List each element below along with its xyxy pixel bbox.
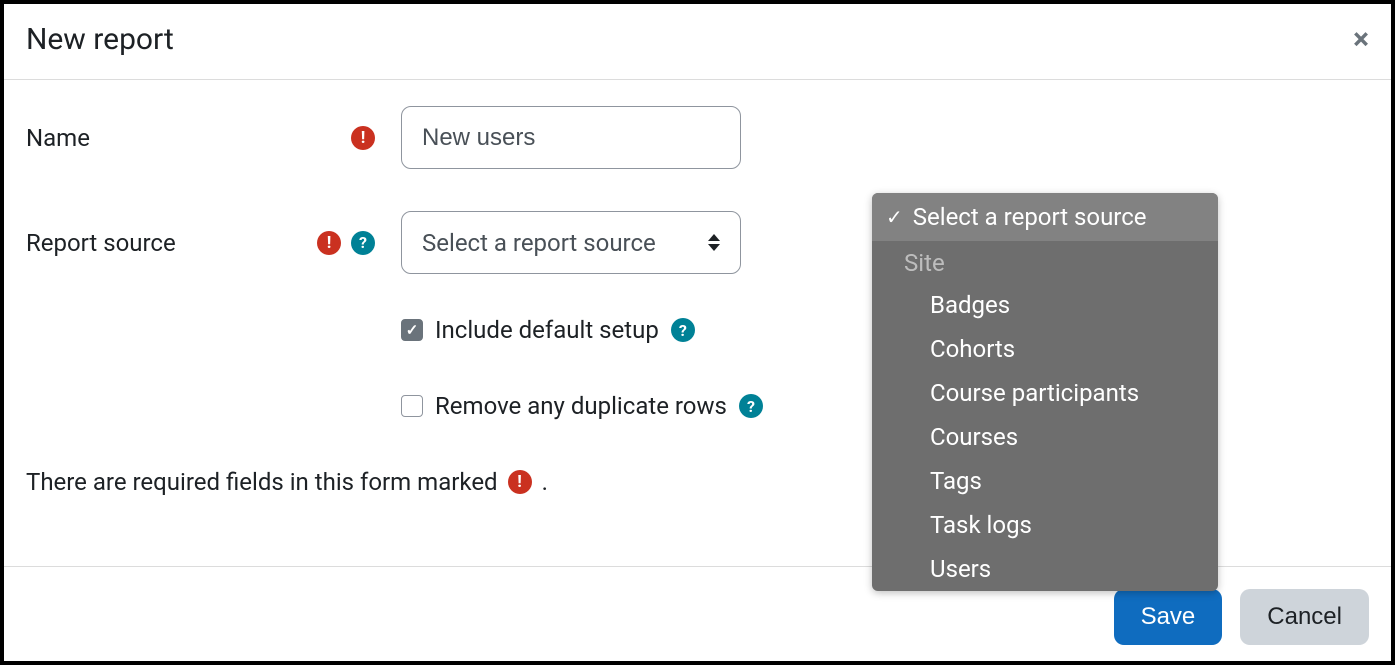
name-input[interactable] <box>401 106 741 169</box>
dropdown-option-badges[interactable]: Badges <box>872 283 1218 327</box>
save-button[interactable]: Save <box>1114 589 1223 645</box>
dropdown-option-tags[interactable]: Tags <box>872 459 1218 503</box>
window-frame: New report × Name ! Report source <box>0 0 1395 665</box>
dropdown-option-cohorts[interactable]: Cohorts <box>872 327 1218 371</box>
dropdown-selected-label: Select a report source <box>913 203 1147 231</box>
remove-dupes-checkbox[interactable] <box>401 395 423 417</box>
close-icon[interactable]: × <box>1353 25 1369 55</box>
required-icon: ! <box>508 470 532 494</box>
report-source-select[interactable]: Select a report source <box>401 211 741 274</box>
check-icon: ✓ <box>886 205 903 229</box>
label-col-source: Report source ! ? <box>26 229 401 257</box>
report-source-dropdown: ✓ Select a report source Site Badges Coh… <box>872 193 1218 591</box>
required-note-prefix: There are required fields in this form m… <box>26 468 498 496</box>
help-icon[interactable]: ? <box>351 231 375 255</box>
remove-dupes-label: Remove any duplicate rows <box>435 392 727 420</box>
dropdown-option-course-participants[interactable]: Course participants <box>872 371 1218 415</box>
dropdown-group-label: Site <box>872 241 1218 283</box>
form-row-name: Name ! <box>26 106 1369 169</box>
modal-body: Name ! Report source ! ? <box>4 80 1391 566</box>
cancel-button[interactable]: Cancel <box>1240 589 1369 645</box>
include-default-label: Include default setup <box>435 316 659 344</box>
include-default-checkbox[interactable] <box>401 319 423 341</box>
name-label: Name <box>26 124 90 152</box>
help-icon[interactable]: ? <box>739 394 763 418</box>
new-report-modal: New report × Name ! Report source <box>4 4 1391 661</box>
source-label: Report source <box>26 229 176 257</box>
control-col-source: Select a report source <box>401 211 741 274</box>
modal-header: New report × <box>4 4 1391 80</box>
required-icon: ! <box>351 126 375 150</box>
label-col-name: Name ! <box>26 124 401 152</box>
dropdown-option-courses[interactable]: Courses <box>872 415 1218 459</box>
select-current-value: Select a report source <box>422 229 656 257</box>
required-note-suffix: . <box>542 468 548 496</box>
dropdown-option-users[interactable]: Users <box>872 547 1218 591</box>
required-icon: ! <box>317 231 341 255</box>
modal-title: New report <box>26 22 174 57</box>
control-col-name <box>401 106 741 169</box>
dropdown-selected-option[interactable]: ✓ Select a report source <box>872 193 1218 241</box>
select-caret-icon <box>708 234 720 251</box>
dropdown-option-task-logs[interactable]: Task logs <box>872 503 1218 547</box>
help-icon[interactable]: ? <box>671 318 695 342</box>
